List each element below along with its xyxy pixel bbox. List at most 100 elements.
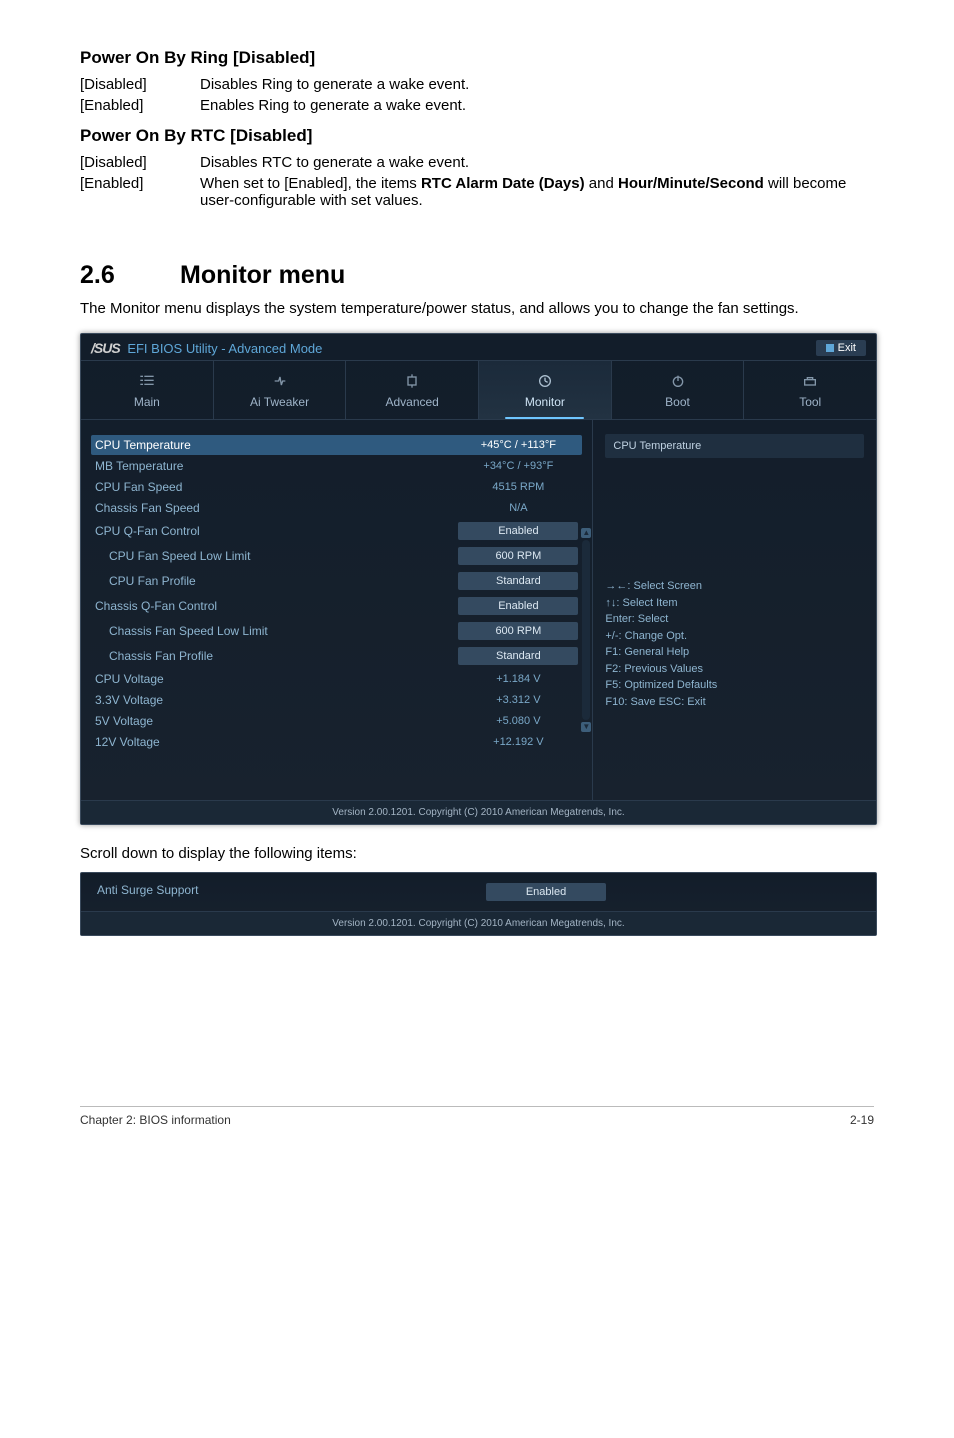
page-content: Power On By Ring [Disabled] [Disabled] D… [0, 0, 954, 976]
bios-mini-footer: Version 2.00.1201. Copyright (C) 2010 Am… [81, 911, 876, 935]
cpu-fan-profile-label: CPU Fan Profile [95, 574, 458, 588]
power-rtc-disabled-key: [Disabled] [80, 152, 200, 173]
cpu-fan-profile-value[interactable]: Standard [458, 572, 578, 590]
v12-value: +12.192 V [458, 736, 578, 748]
bios-tabs: Main Ai Tweaker Advanced Monitor Boot To… [81, 361, 876, 420]
v12-label: 12V Voltage [95, 735, 458, 749]
chassis-qfan-value[interactable]: Enabled [458, 597, 578, 615]
power-ring-disabled-key: [Disabled] [80, 74, 200, 95]
scroll-note: Scroll down to display the following ite… [80, 845, 874, 862]
cpu-v-value: +1.184 V [458, 673, 578, 685]
section-num: 2.6 [80, 261, 180, 290]
power-rtc-mid: and [585, 175, 618, 192]
exit-button[interactable]: Exit [816, 340, 866, 356]
tab-main-label: Main [134, 395, 160, 409]
tab-advanced[interactable]: Advanced [346, 361, 479, 419]
row-chassis-fan-speed[interactable]: Chassis Fan Speed N/A [91, 498, 582, 518]
chassis-fan-low-value[interactable]: 600 RPM [458, 622, 578, 640]
cpu-temp-value: +45°C / +113°F [458, 439, 578, 451]
row-cpu-temperature[interactable]: CPU Temperature +45°C / +113°F [91, 435, 582, 455]
section-title: 2.6Monitor menu [80, 261, 874, 290]
row-chassis-fan-low-limit[interactable]: Chassis Fan Speed Low Limit 600 RPM [91, 619, 582, 643]
help-k5: F1: General Help [605, 644, 864, 661]
tool-icon [800, 373, 820, 389]
exit-label: Exit [838, 342, 856, 354]
row-chassis-qfan-control[interactable]: Chassis Q-Fan Control Enabled [91, 594, 582, 618]
cpu-temp-label: CPU Temperature [95, 438, 458, 452]
chip-icon [402, 373, 422, 389]
chassis-fan-label: Chassis Fan Speed [95, 501, 458, 515]
help-k2: ↑↓: Select Item [605, 595, 864, 612]
row-33v-voltage[interactable]: 3.3V Voltage +3.312 V [91, 690, 582, 710]
tab-tool[interactable]: Tool [744, 361, 876, 419]
help-k1: →←: Select Screen [605, 578, 864, 595]
scrollbar[interactable]: ▲ ▼ [582, 540, 590, 720]
bios-body: CPU Temperature +45°C / +113°F MB Temper… [81, 420, 876, 800]
v5-value: +5.080 V [458, 715, 578, 727]
bios-brand: /SUS [91, 340, 120, 356]
tab-main[interactable]: Main [81, 361, 214, 419]
row-mb-temperature[interactable]: MB Temperature +34°C / +93°F [91, 456, 582, 476]
cpu-fan-low-label: CPU Fan Speed Low Limit [95, 549, 458, 563]
row-cpu-fan-low-limit[interactable]: CPU Fan Speed Low Limit 600 RPM [91, 544, 582, 568]
help-box: CPU Temperature [605, 434, 864, 458]
power-rtc-bold1: RTC Alarm Date (Days) [421, 175, 585, 192]
cpu-fan-low-value[interactable]: 600 RPM [458, 547, 578, 565]
page-footer: Chapter 2: BIOS information 2-19 [80, 1106, 874, 1127]
help-k4: +/-: Change Opt. [605, 628, 864, 645]
section-desc: The Monitor menu displays the system tem… [80, 300, 874, 317]
power-rtc-bold2: Hour/Minute/Second [618, 175, 764, 192]
row-cpu-qfan-control[interactable]: CPU Q-Fan Control Enabled [91, 519, 582, 543]
help-k3: Enter: Select [605, 611, 864, 628]
power-rtc-disabled-desc: Disables RTC to generate a wake event. [200, 152, 874, 173]
row-12v-voltage[interactable]: 12V Voltage +12.192 V [91, 732, 582, 752]
mb-temp-label: MB Temperature [95, 459, 458, 473]
tab-boot[interactable]: Boot [612, 361, 745, 419]
chassis-qfan-label: Chassis Q-Fan Control [95, 599, 458, 613]
tab-tool-label: Tool [799, 395, 821, 409]
list-icon [137, 373, 157, 389]
monitor-icon [535, 373, 555, 389]
power-rtc-enabled-key: [Enabled] [80, 173, 200, 211]
tab-ai-tweaker[interactable]: Ai Tweaker [214, 361, 347, 419]
power-rtc-table: [Disabled] Disables RTC to generate a wa… [80, 152, 874, 211]
power-icon [668, 373, 688, 389]
footer-right: 2-19 [850, 1113, 874, 1127]
help-k7: F5: Optimized Defaults [605, 677, 864, 694]
cpu-qfan-value[interactable]: Enabled [458, 522, 578, 540]
help-k6: F2: Previous Values [605, 661, 864, 678]
power-rtc-enabled-desc: When set to [Enabled], the items RTC Ala… [200, 173, 874, 211]
chassis-fan-value: N/A [458, 502, 578, 514]
row-cpu-voltage[interactable]: CPU Voltage +1.184 V [91, 669, 582, 689]
bios-left-panel: CPU Temperature +45°C / +113°F MB Temper… [81, 420, 592, 800]
scroll-up-icon[interactable]: ▲ [581, 528, 591, 538]
cpu-fan-value: 4515 RPM [458, 481, 578, 493]
row-chassis-fan-profile[interactable]: Chassis Fan Profile Standard [91, 644, 582, 668]
cpu-qfan-label: CPU Q-Fan Control [95, 524, 458, 538]
anti-surge-value[interactable]: Enabled [486, 883, 606, 901]
bios-window: /SUS EFI BIOS Utility - Advanced Mode Ex… [80, 333, 877, 825]
help-k8: F10: Save ESC: Exit [605, 694, 864, 711]
section-name: Monitor menu [180, 261, 345, 289]
anti-surge-label: Anti Surge Support [91, 883, 486, 901]
v33-label: 3.3V Voltage [95, 693, 458, 707]
tab-monitor[interactable]: Monitor [479, 361, 612, 419]
power-rtc-title: Power On By RTC [Disabled] [80, 126, 874, 146]
power-rtc-enabled-prefix: When set to [Enabled], the items [200, 175, 421, 192]
tab-ai-label: Ai Tweaker [250, 395, 309, 409]
tab-boot-label: Boot [665, 395, 690, 409]
power-ring-title: Power On By Ring [Disabled] [80, 48, 874, 68]
bios-titlebar: /SUS EFI BIOS Utility - Advanced Mode Ex… [81, 334, 876, 361]
row-cpu-fan-profile[interactable]: CPU Fan Profile Standard [91, 569, 582, 593]
row-cpu-fan-speed[interactable]: CPU Fan Speed 4515 RPM [91, 477, 582, 497]
chassis-fan-low-label: Chassis Fan Speed Low Limit [95, 624, 458, 638]
bios-mini-row[interactable]: Anti Surge Support Enabled [81, 873, 876, 911]
footer-left: Chapter 2: BIOS information [80, 1113, 231, 1127]
scroll-down-icon[interactable]: ▼ [581, 722, 591, 732]
bios-right-panel: CPU Temperature →←: Select Screen ↑↓: Se… [592, 420, 876, 800]
row-5v-voltage[interactable]: 5V Voltage +5.080 V [91, 711, 582, 731]
chassis-fan-profile-value[interactable]: Standard [458, 647, 578, 665]
tab-advanced-label: Advanced [385, 395, 438, 409]
chassis-fan-profile-label: Chassis Fan Profile [95, 649, 458, 663]
bios-mini-window: Anti Surge Support Enabled Version 2.00.… [80, 872, 877, 936]
